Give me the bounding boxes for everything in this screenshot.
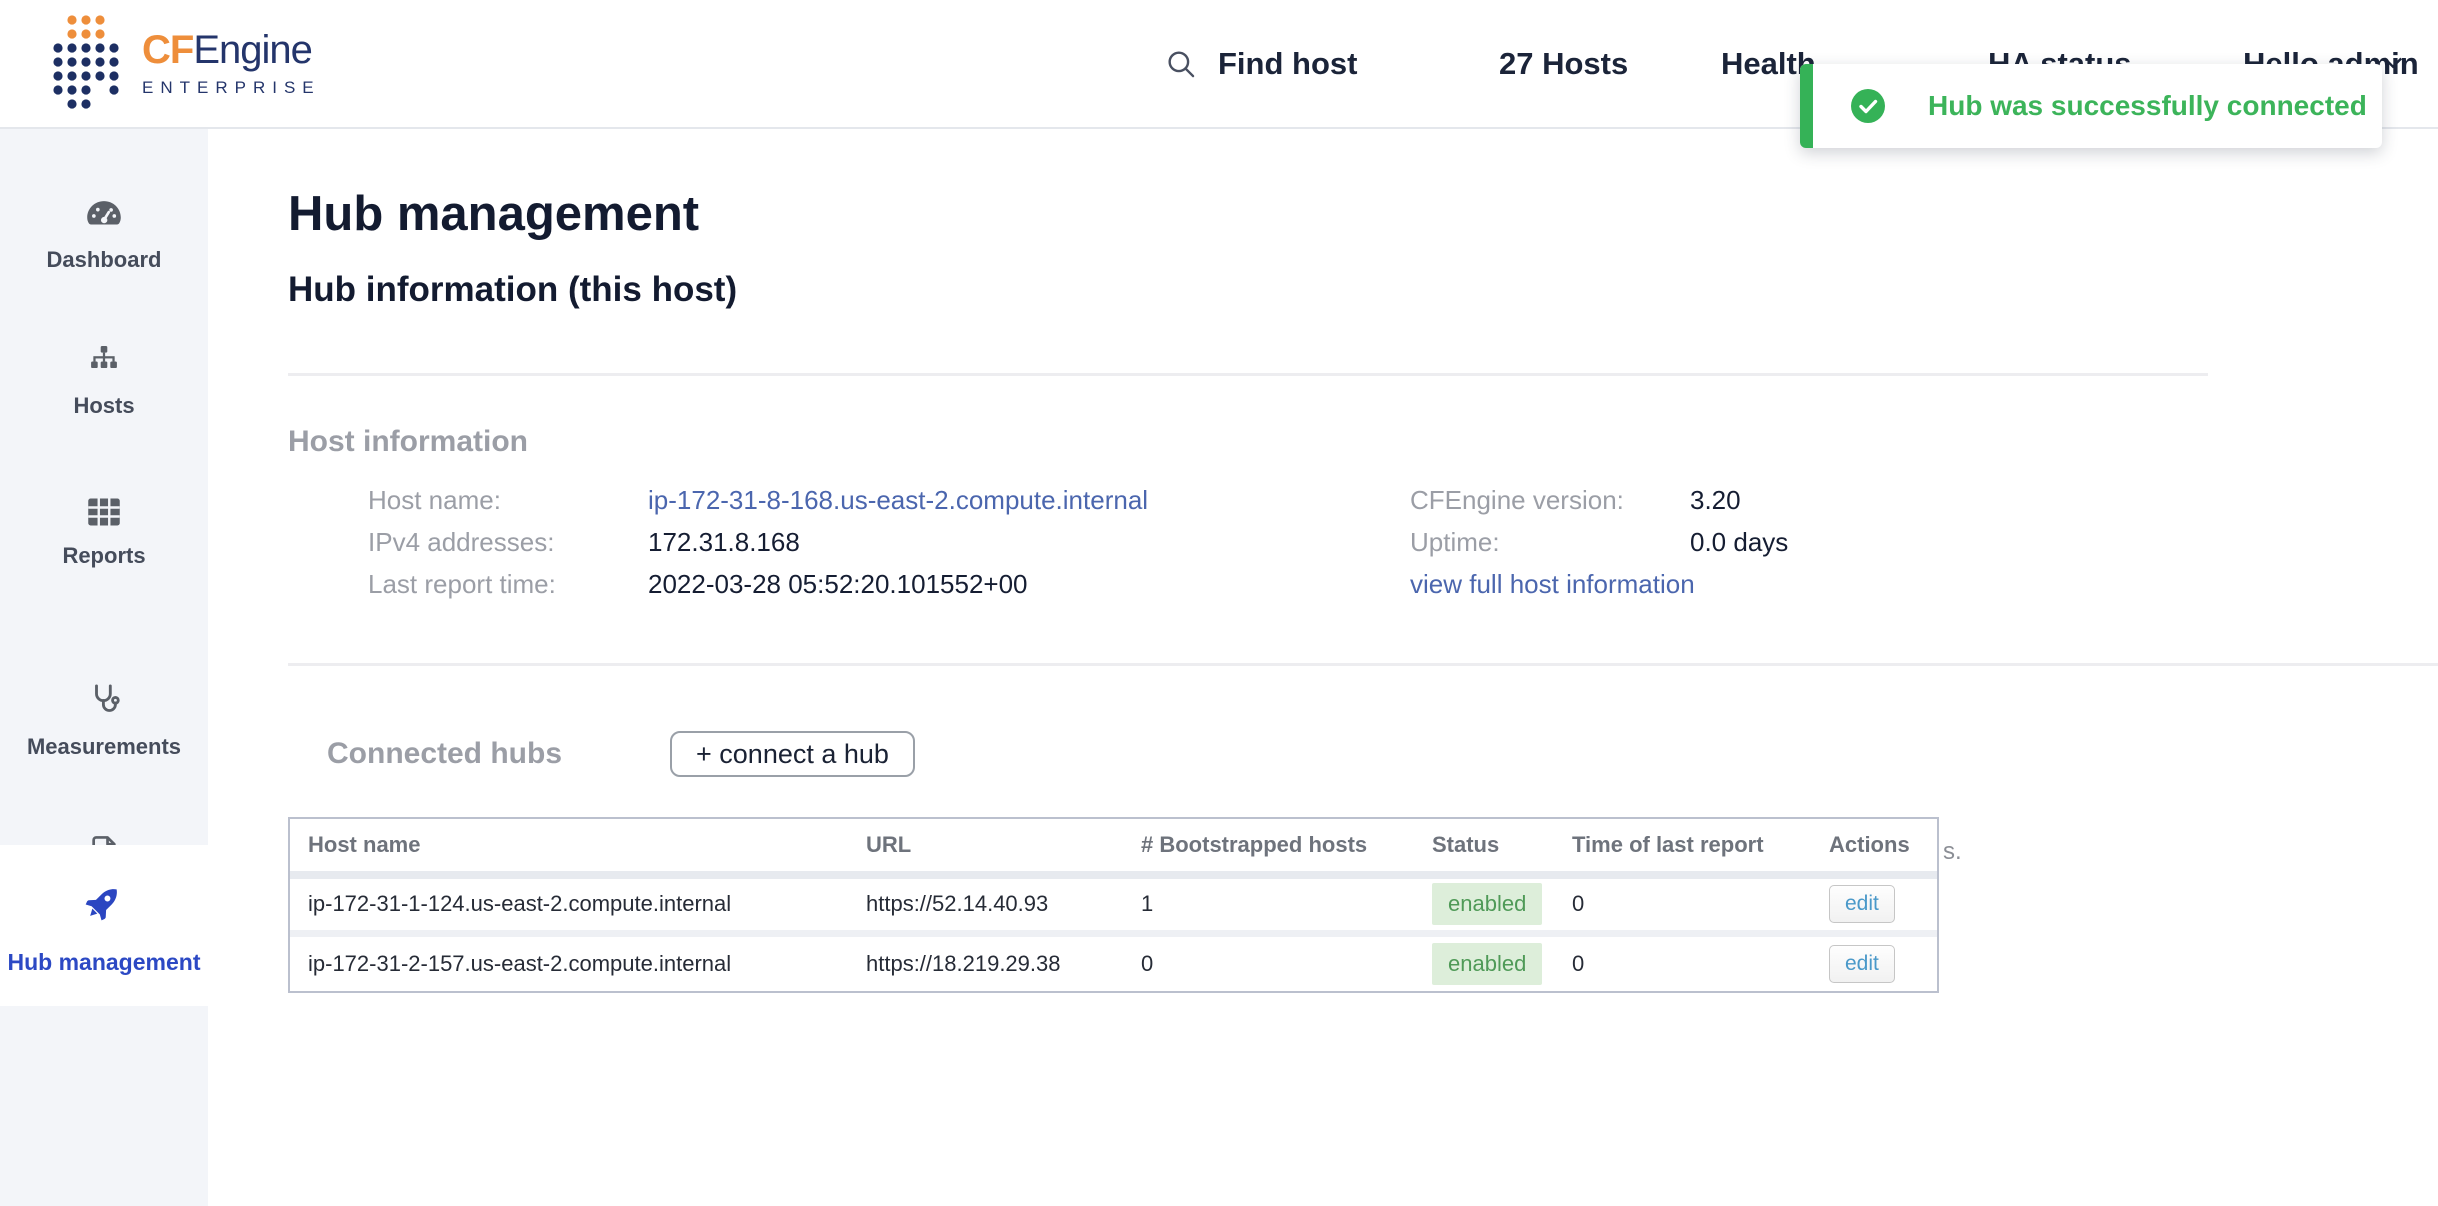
connected-hubs-table: Host name URL # Bootstrapped hosts Statu… (288, 817, 1939, 993)
page-title: Hub management (288, 185, 2438, 243)
sidebar-item-label: Reports (62, 543, 145, 569)
logo-cf: CF (142, 28, 193, 72)
measurements-icon (86, 682, 122, 718)
logo-enterprise: ENTERPRISE (142, 78, 321, 98)
host-info-left: Host name: ip-172-31-8-168.us-east-2.com… (368, 479, 2438, 605)
main-content: Hub management Hub information (this hos… (208, 129, 2438, 1206)
cfengine-logo-text: CFEngine ENTERPRISE (142, 28, 321, 98)
hosts-count-button[interactable]: 27 Hosts (1499, 0, 1628, 127)
check-circle-icon (1850, 88, 1886, 124)
host-info-right: CFEngine version: 3.20 Uptime: 0.0 days … (1410, 479, 1788, 605)
status-badge: enabled (1432, 883, 1542, 925)
uptime-value: 0.0 days (1690, 521, 1788, 563)
host-information-heading: Host information (288, 424, 2438, 460)
sidebar-item-measurements[interactable]: Measurements (0, 682, 208, 760)
sidebar-item-label: Hosts (73, 393, 134, 419)
connected-hubs-heading: Connected hubs (327, 736, 562, 772)
ipv4-label: IPv4 addresses: (368, 521, 648, 563)
sidebar-item-reports[interactable]: Reports (0, 497, 208, 569)
cell-bootstrapped: 1 (1123, 875, 1414, 933)
col-bootstrapped-hosts: # Bootstrapped hosts (1123, 819, 1414, 875)
col-status: Status (1414, 819, 1554, 875)
connect-a-hub-button[interactable]: + connect a hub (670, 731, 915, 777)
sidebar: Dashboard Hosts (0, 129, 208, 1206)
table-row: ip-172-31-1-124.us-east-2.compute.intern… (290, 875, 1937, 933)
cfengine-version-value: 3.20 (1690, 479, 1788, 521)
cfengine-version-label: CFEngine version: (1410, 479, 1690, 521)
table-row: ip-172-31-2-157.us-east-2.compute.intern… (290, 933, 1937, 991)
stray-text-fragment: s. (1943, 838, 1962, 866)
toast-accent-bar (1800, 64, 1813, 148)
uptime-label: Uptime: (1410, 521, 1690, 563)
logo-engine: Engine (193, 28, 312, 72)
view-full-host-info-link[interactable]: view full host information (1410, 563, 1788, 605)
edit-button[interactable]: edit (1829, 945, 1895, 983)
hosts-count-label: 27 Hosts (1499, 46, 1628, 82)
col-host-name: Host name (290, 819, 848, 875)
sidebar-item-hub-management[interactable]: Hub management (0, 845, 208, 1006)
last-report-label: Last report time: (368, 563, 648, 605)
hosts-icon (86, 345, 122, 377)
col-url: URL (848, 819, 1123, 875)
toast-message: Hub was successfully connected (1928, 90, 2367, 122)
cell-bootstrapped: 0 (1123, 933, 1414, 991)
page: CFEngine ENTERPRISE Find host 27 Hosts H… (0, 0, 2438, 1206)
divider (288, 663, 2438, 666)
find-host-button[interactable]: Find host (1164, 0, 1357, 127)
sidebar-item-label: Measurements (27, 734, 181, 760)
sidebar-item-hosts[interactable]: Hosts (0, 345, 208, 419)
hub-management-icon (83, 881, 125, 923)
col-actions: Actions (1811, 819, 1937, 875)
col-time-of-last-report: Time of last report (1554, 819, 1811, 875)
cell-host-name: ip-172-31-2-157.us-east-2.compute.intern… (290, 933, 848, 991)
cfengine-logo[interactable]: CFEngine ENTERPRISE (52, 14, 321, 112)
reports-icon (86, 497, 122, 527)
cell-last-report: 0 (1554, 875, 1811, 933)
table-header-row: Host name URL # Bootstrapped hosts Statu… (290, 819, 1937, 875)
host-information-section: Host name: ip-172-31-8-168.us-east-2.com… (288, 479, 2438, 605)
dashboard-icon (85, 199, 123, 231)
status-badge: enabled (1432, 943, 1542, 985)
toast-notification: Hub was successfully connected (1800, 64, 2382, 148)
host-name-label: Host name: (368, 479, 648, 521)
search-icon (1164, 47, 1198, 81)
edit-button[interactable]: edit (1829, 885, 1895, 923)
chevron-down-icon[interactable] (2379, 48, 2407, 76)
sidebar-item-dashboard[interactable]: Dashboard (0, 199, 208, 273)
page-subtitle: Hub information (this host) (288, 269, 2438, 311)
connected-hubs-header-row: Connected hubs + connect a hub (288, 731, 2438, 777)
cell-url: https://18.219.29.38 (848, 933, 1123, 991)
sidebar-item-label: Hub management (8, 945, 201, 979)
cell-host-name: ip-172-31-1-124.us-east-2.compute.intern… (290, 875, 848, 933)
sidebar-item-label: Dashboard (47, 247, 162, 273)
cell-url: https://52.14.40.93 (848, 875, 1123, 933)
host-name-link[interactable]: ip-172-31-8-168.us-east-2.compute.intern… (648, 485, 1148, 515)
find-host-label: Find host (1218, 46, 1357, 82)
divider (288, 373, 2208, 376)
cfengine-logo-mark-icon (52, 14, 122, 112)
cell-last-report: 0 (1554, 933, 1811, 991)
